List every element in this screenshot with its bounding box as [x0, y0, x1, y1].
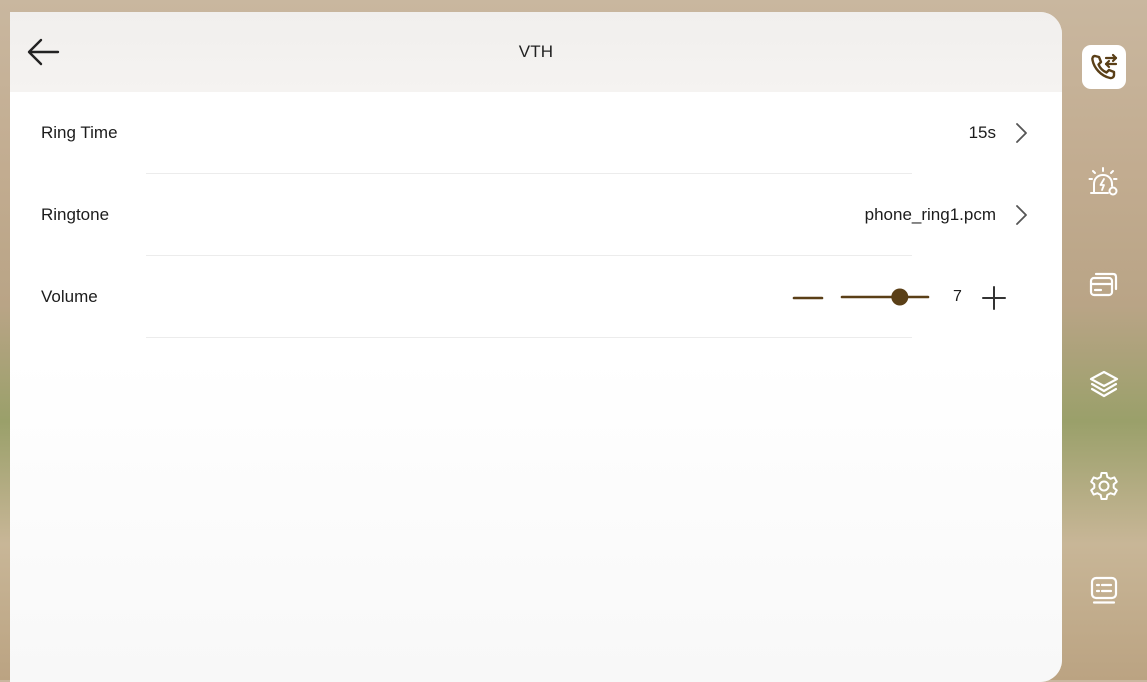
- alarm-settings-icon: [1088, 167, 1118, 196]
- chevron-right-icon[interactable]: [1008, 120, 1034, 146]
- settings-list: Ring Time 15s Ringtone phone_ring1.pcm V…: [10, 92, 1062, 682]
- volume-slider[interactable]: [840, 284, 930, 310]
- ringtone-row[interactable]: Ringtone phone_ring1.pcm: [10, 174, 1062, 256]
- volume-increase-button[interactable]: [980, 285, 1008, 311]
- volume-slider-handle: [891, 288, 909, 306]
- header-bar: VTH: [10, 12, 1062, 92]
- sidebar-item-alarm[interactable]: [1082, 160, 1126, 204]
- minus-icon: [792, 296, 824, 300]
- info-list-icon: [1090, 576, 1118, 604]
- sidebar-item-info[interactable]: [1082, 568, 1126, 612]
- ringtone-label: Ringtone: [41, 205, 110, 224]
- plus-icon: [982, 286, 1006, 310]
- ring-time-value: 15s: [968, 123, 996, 142]
- settings-panel: VTH Ring Time 15s Ringtone phone_ring1.p…: [10, 12, 1062, 682]
- sidebar-item-settings[interactable]: [1082, 464, 1126, 508]
- ring-time-label: Ring Time: [41, 123, 118, 142]
- volume-value: 7: [953, 288, 962, 305]
- volume-label: Volume: [41, 287, 98, 306]
- chevron-right-icon[interactable]: [1008, 202, 1034, 228]
- page-title: VTH: [518, 42, 554, 61]
- back-button[interactable]: [24, 34, 64, 70]
- arrow-left-icon: [27, 38, 60, 66]
- gear-icon: [1090, 472, 1118, 500]
- ringtone-value: phone_ring1.pcm: [864, 205, 996, 224]
- layers-icon: [1089, 370, 1119, 398]
- call-transfer-icon: [1091, 53, 1118, 80]
- card-icon: [1089, 272, 1118, 297]
- divider: [146, 337, 912, 338]
- sidebar-item-cards[interactable]: [1082, 262, 1126, 306]
- volume-decrease-button[interactable]: [790, 288, 826, 308]
- sidebar-item-call[interactable]: [1082, 45, 1126, 89]
- sidebar-nav: [1062, 0, 1147, 680]
- ring-time-row[interactable]: Ring Time 15s: [10, 92, 1062, 174]
- sidebar-item-layers[interactable]: [1082, 362, 1126, 406]
- volume-row: Volume 7: [10, 256, 1062, 338]
